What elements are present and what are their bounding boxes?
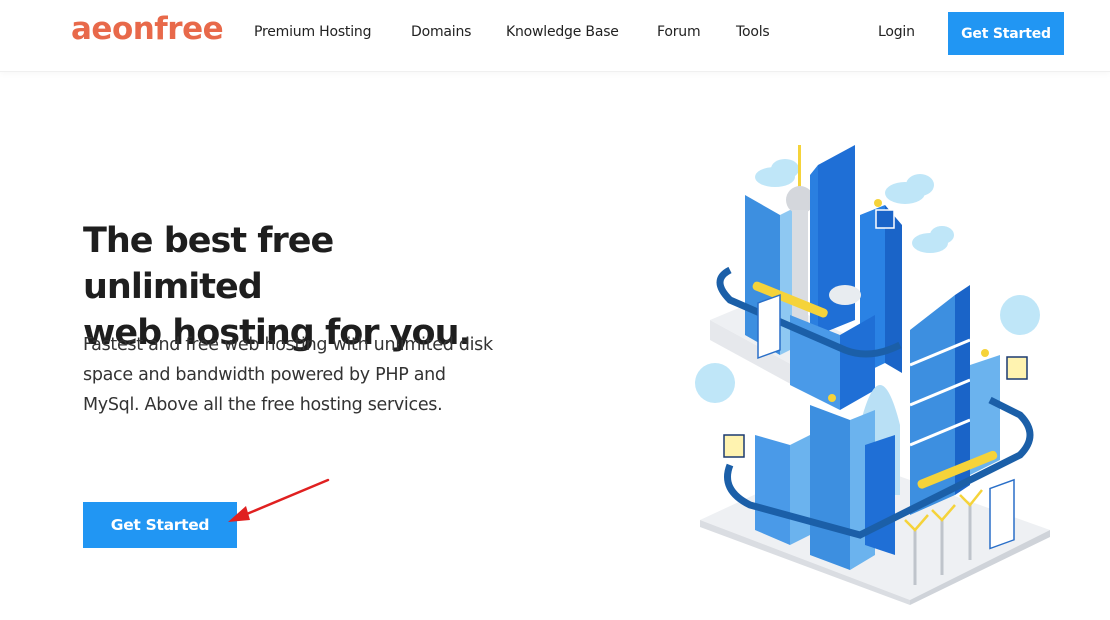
- light: [828, 394, 836, 402]
- tower-shaft: [792, 210, 808, 330]
- arrow-head: [228, 506, 250, 522]
- nav-forum[interactable]: Forum: [657, 24, 701, 40]
- solar-panel: [757, 293, 781, 359]
- top-navbar: aeonfree Premium Hosting Domains Knowled…: [0, 0, 1110, 72]
- drone-cloud: [695, 363, 735, 403]
- cloud: [771, 159, 799, 179]
- antenna: [798, 145, 801, 190]
- clock-icon: [875, 209, 895, 229]
- tower-sphere: [786, 186, 814, 214]
- chat-bubble-icon: [723, 434, 745, 458]
- chat-bubble-icon: [1006, 356, 1028, 380]
- city-illustration: [695, 145, 1050, 605]
- nav-tools[interactable]: Tools: [736, 24, 770, 40]
- arrow-shaft: [240, 478, 330, 518]
- building-arch: [865, 435, 895, 555]
- login-link[interactable]: Login: [878, 24, 915, 40]
- logo[interactable]: aeonfree: [71, 11, 224, 47]
- cloud: [906, 174, 934, 196]
- skyscraper: [818, 145, 855, 335]
- cloud: [930, 226, 954, 244]
- red-arrow-annotation: [228, 478, 330, 522]
- building-lower: [755, 435, 790, 545]
- building-lower: [810, 405, 850, 570]
- nav-get-started-button[interactable]: Get Started: [948, 12, 1064, 55]
- hero-title-line-1: The best free unlimited: [83, 221, 334, 307]
- drone-cloud: [1000, 295, 1040, 335]
- solar-panel: [989, 478, 1015, 550]
- satellite-dish: [829, 285, 861, 305]
- light: [874, 199, 882, 207]
- nav-knowledge-base[interactable]: Knowledge Base: [506, 24, 619, 40]
- building-lower-side: [790, 435, 810, 545]
- light: [981, 349, 989, 357]
- hero-get-started-button[interactable]: Get Started: [83, 502, 237, 548]
- hero-description: Fastest and free web hosting with unlimi…: [83, 335, 493, 415]
- nav-premium-hosting[interactable]: Premium Hosting: [254, 24, 371, 40]
- nav-domains[interactable]: Domains: [411, 24, 471, 40]
